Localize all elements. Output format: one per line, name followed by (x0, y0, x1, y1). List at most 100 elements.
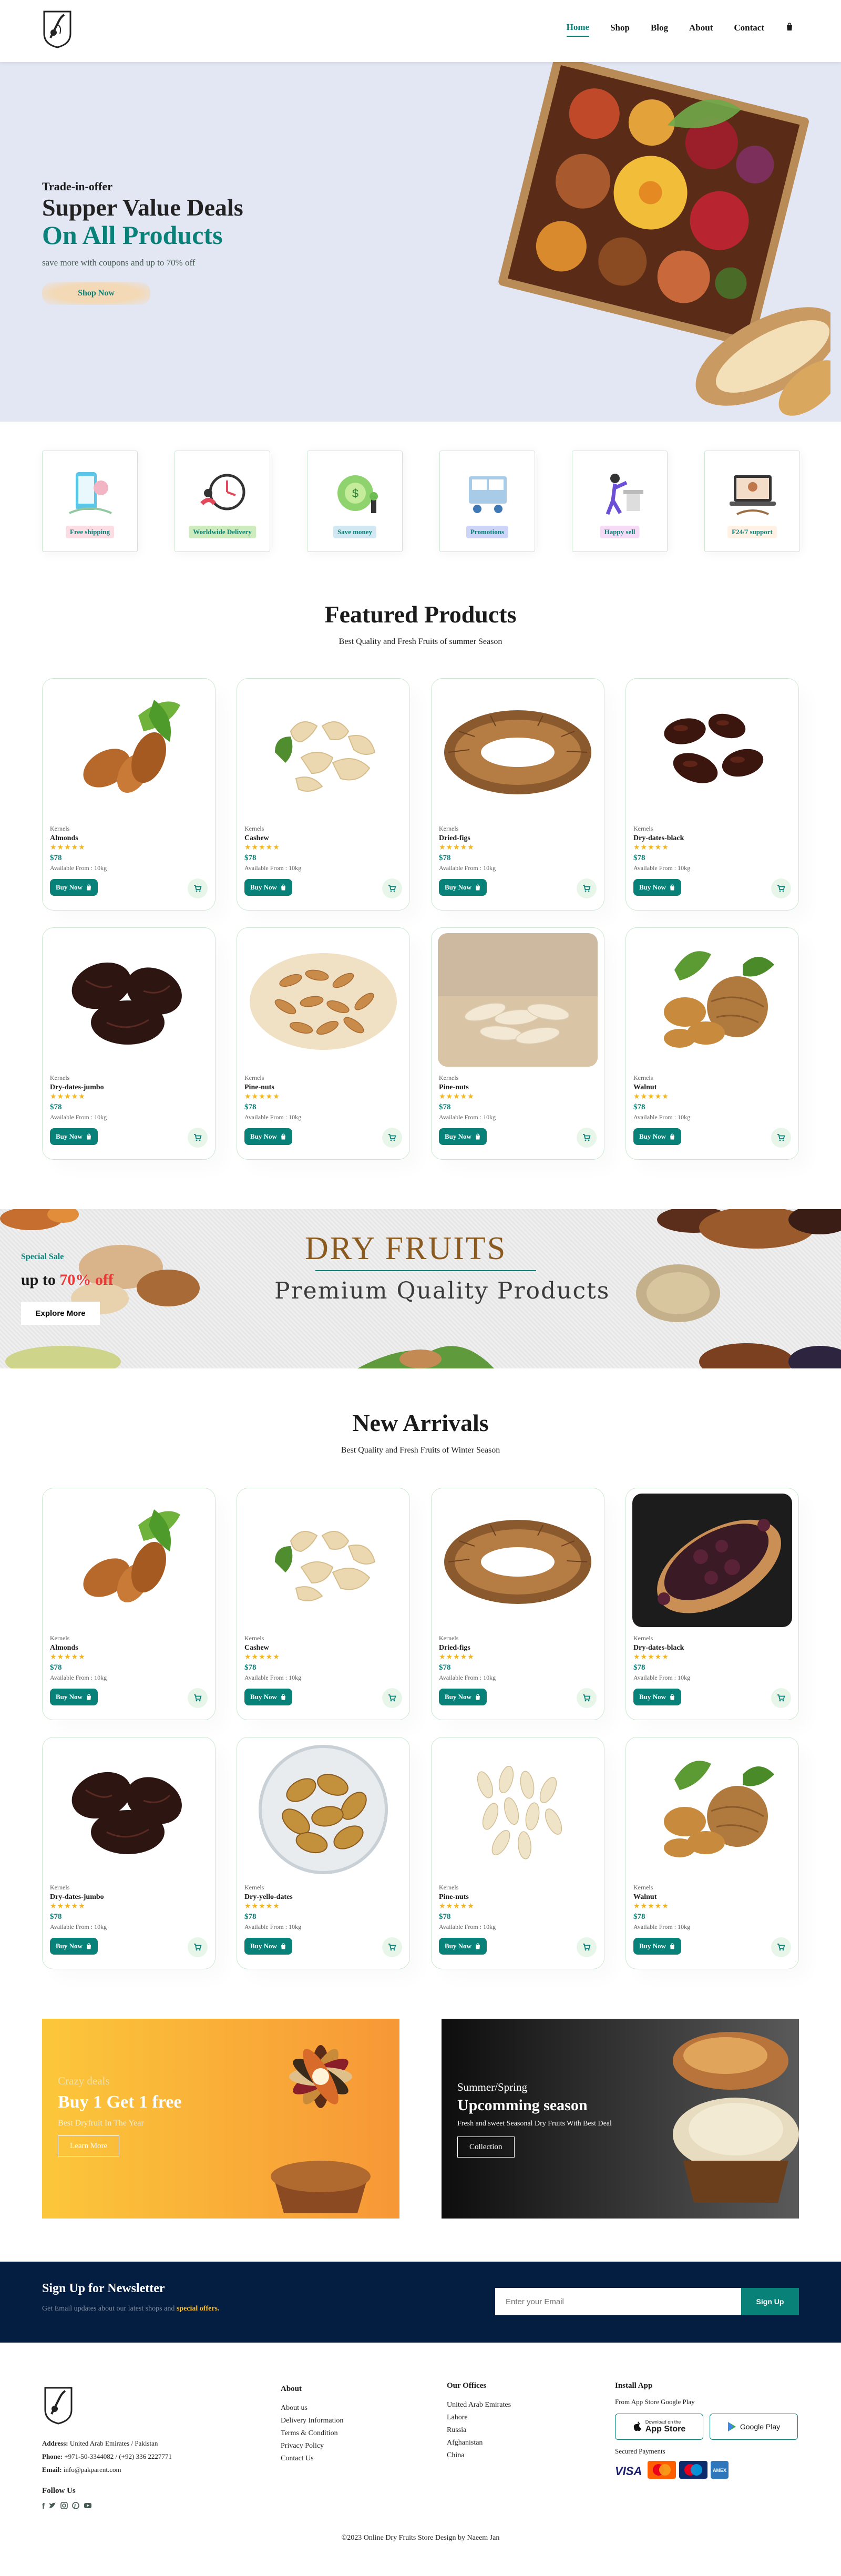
product-card[interactable]: Kernels Pine-nuts ★★★★★ $78 Available Fr… (431, 1737, 604, 1969)
pinterest-icon[interactable] (72, 2502, 79, 2512)
buy-now-button[interactable]: Buy Now (439, 1128, 487, 1145)
add-to-cart-button[interactable] (577, 878, 597, 898)
buy-now-button[interactable]: Buy Now (439, 1689, 487, 1705)
shopping-bag-icon (281, 1943, 285, 1949)
product-image[interactable] (49, 933, 209, 1067)
product-image[interactable] (243, 684, 403, 817)
add-to-cart-button[interactable] (382, 1128, 402, 1148)
youtube-icon[interactable] (84, 2502, 92, 2512)
product-image[interactable] (438, 684, 598, 817)
buy-now-button[interactable]: Buy Now (50, 879, 98, 896)
product-card[interactable]: Kernels Dry-dates-black ★★★★★ $78 Availa… (625, 1488, 799, 1720)
office-uae[interactable]: United Arab Emirates (447, 2401, 511, 2409)
nav-blog[interactable]: Blog (651, 23, 668, 36)
add-to-cart-button[interactable] (577, 1937, 597, 1957)
office-afghanistan[interactable]: Afghanistan (447, 2439, 511, 2447)
product-image[interactable] (243, 1494, 403, 1627)
product-card[interactable]: Kernels Pine-nuts ★★★★★ $78 Available Fr… (237, 927, 410, 1160)
nav-home[interactable]: Home (566, 22, 590, 37)
product-card[interactable]: Kernels Walnut ★★★★★ $78 Available From … (625, 1737, 799, 1969)
product-card[interactable]: Kernels Cashew ★★★★★ $78 Available From … (237, 1488, 410, 1720)
product-image[interactable] (632, 684, 792, 817)
google-play-button[interactable]: Google Play (710, 2414, 798, 2440)
buy-now-button[interactable]: Buy Now (244, 1128, 292, 1145)
product-image[interactable] (243, 1743, 403, 1876)
add-to-cart-button[interactable] (382, 878, 402, 898)
product-name: Pine-nuts (439, 1083, 469, 1091)
product-card[interactable]: Kernels Almonds ★★★★★ $78 Available From… (42, 678, 216, 911)
add-to-cart-button[interactable] (771, 1688, 791, 1708)
buy-now-button[interactable]: Buy Now (633, 879, 681, 896)
add-to-cart-button[interactable] (771, 1937, 791, 1957)
buy-now-button[interactable]: Buy Now (244, 879, 292, 896)
footer-link-terms[interactable]: Terms & Condition (281, 2429, 343, 2438)
buy-now-button[interactable]: Buy Now (633, 1689, 681, 1705)
product-image[interactable] (438, 1494, 598, 1627)
footer-link-delivery[interactable]: Delivery Information (281, 2417, 343, 2425)
add-to-cart-button[interactable] (382, 1937, 402, 1957)
product-image[interactable] (438, 933, 598, 1067)
footer-logo[interactable] (42, 2385, 75, 2425)
add-to-cart-button[interactable] (382, 1688, 402, 1708)
product-card[interactable]: Kernels Dried-figs ★★★★★ $78 Available F… (431, 678, 604, 911)
learn-more-button[interactable]: Learn More (58, 2135, 120, 2156)
product-image[interactable] (49, 1743, 209, 1876)
buy-now-button[interactable]: Buy Now (439, 1938, 487, 1955)
product-card[interactable]: Kernels Dry-dates-jumbo ★★★★★ $78 Availa… (42, 927, 216, 1160)
product-card[interactable]: Kernels Pine-nuts ★★★★★ $78 Available Fr… (431, 927, 604, 1160)
product-image[interactable] (632, 1743, 792, 1876)
product-image[interactable] (243, 933, 403, 1067)
newsletter-signup-button[interactable]: Sign Up (741, 2288, 799, 2315)
add-to-cart-button[interactable] (771, 1128, 791, 1148)
product-brand: Kernels (244, 825, 264, 832)
add-to-cart-button[interactable] (771, 878, 791, 898)
add-to-cart-button[interactable] (188, 1688, 208, 1708)
office-russia[interactable]: Russia (447, 2426, 511, 2435)
add-to-cart-button[interactable] (188, 878, 208, 898)
instagram-icon[interactable] (60, 2502, 68, 2512)
buy-now-button[interactable]: Buy Now (439, 879, 487, 896)
footer-link-about[interactable]: About us (281, 2404, 343, 2413)
twitter-icon[interactable] (49, 2502, 56, 2512)
product-image[interactable] (438, 1743, 598, 1876)
feature-illustration-icon (461, 467, 514, 519)
buy-now-button[interactable]: Buy Now (50, 1128, 98, 1145)
product-image[interactable] (632, 933, 792, 1067)
product-card[interactable]: Kernels Cashew ★★★★★ $78 Available From … (237, 678, 410, 911)
product-price: $78 (50, 1913, 62, 1921)
collection-button[interactable]: Collection (457, 2137, 515, 2158)
buy-now-button[interactable]: Buy Now (633, 1128, 681, 1145)
product-image[interactable] (632, 1494, 792, 1627)
newsletter-email-input[interactable] (495, 2288, 741, 2315)
product-card[interactable]: Kernels Dry-dates-black ★★★★★ $78 Availa… (625, 678, 799, 911)
product-card[interactable]: Kernels Dry-yello-dates ★★★★★ $78 Availa… (237, 1737, 410, 1969)
office-lahore[interactable]: Lahore (447, 2414, 511, 2422)
footer-link-contact[interactable]: Contact Us (281, 2455, 343, 2463)
explore-more-button[interactable]: Explore More (21, 1302, 100, 1325)
buy-now-button[interactable]: Buy Now (244, 1938, 292, 1955)
nav-shop[interactable]: Shop (610, 23, 630, 36)
buy-now-button[interactable]: Buy Now (244, 1689, 292, 1705)
buy-now-button[interactable]: Buy Now (50, 1938, 98, 1955)
product-image[interactable] (49, 1494, 209, 1627)
facebook-icon[interactable]: f (42, 2502, 45, 2512)
product-card[interactable]: Kernels Dry-dates-jumbo ★★★★★ $78 Availa… (42, 1737, 216, 1969)
product-card[interactable]: Kernels Walnut ★★★★★ $78 Available From … (625, 927, 799, 1160)
buy-now-button[interactable]: Buy Now (50, 1689, 98, 1705)
product-card[interactable]: Kernels Dried-figs ★★★★★ $78 Available F… (431, 1488, 604, 1720)
add-to-cart-button[interactable] (577, 1128, 597, 1148)
logo[interactable] (41, 8, 74, 48)
app-store-button[interactable]: Download on the App Store (615, 2414, 703, 2440)
shop-now-button[interactable]: Shop Now (42, 282, 150, 305)
product-image[interactable] (49, 684, 209, 817)
office-china[interactable]: China (447, 2451, 511, 2460)
add-to-cart-button[interactable] (188, 1128, 208, 1148)
nav-about[interactable]: About (689, 23, 713, 36)
add-to-cart-button[interactable] (188, 1937, 208, 1957)
add-to-cart-button[interactable] (577, 1688, 597, 1708)
nav-contact[interactable]: Contact (734, 23, 764, 36)
shopping-bag-icon[interactable] (785, 22, 794, 37)
buy-now-button[interactable]: Buy Now (633, 1938, 681, 1955)
footer-link-privacy[interactable]: Privacy Policy (281, 2442, 343, 2450)
product-card[interactable]: Kernels Almonds ★★★★★ $78 Available From… (42, 1488, 216, 1720)
